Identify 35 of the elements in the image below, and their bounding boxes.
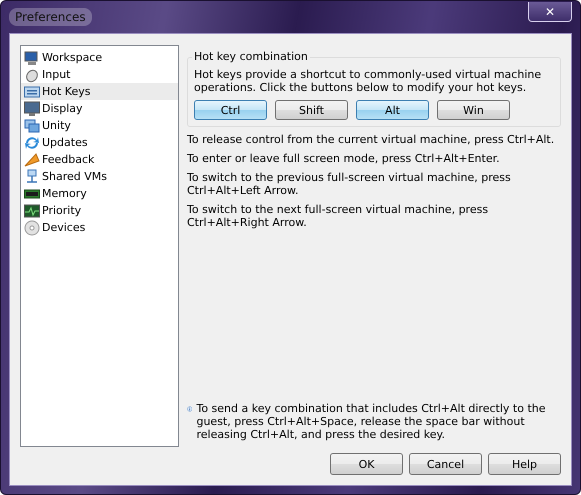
category-item[interactable]: Hot Keys <box>21 83 178 100</box>
category-item[interactable]: Display <box>21 100 178 117</box>
key-toggle-button[interactable]: Alt <box>356 100 429 120</box>
windows-icon <box>24 118 40 134</box>
instruction-text: To release control from the current virtual machine, press Ctrl+Alt. <box>187 133 556 146</box>
category-item[interactable]: Shared VMs <box>21 168 178 185</box>
category-item[interactable]: Memory <box>21 185 178 202</box>
chart-icon <box>24 202 40 218</box>
description-text: Hot keys provide a shortcut to commonly-used virtual machine operations. Click the buttons below to modify your hot keys. <box>194 68 542 94</box>
dialog-button[interactable]: Help <box>488 453 561 475</box>
category-item[interactable]: Unity <box>21 117 178 134</box>
instruction-text: To switch to the previous full-screen virtual machine, press Ctrl+Alt+Left Arrow. <box>187 171 512 197</box>
network-icon <box>24 168 40 184</box>
group-title: Hot key combination <box>192 50 310 63</box>
instruction-text: To switch to the next full-screen virtual machine, press Ctrl+Alt+Right Arrow. <box>187 203 490 229</box>
category-item[interactable]: Feedback <box>21 151 178 168</box>
key-toggle-button[interactable]: Ctrl <box>194 100 267 120</box>
category-item[interactable]: Priority <box>21 202 178 219</box>
category-item[interactable]: Input <box>21 66 178 83</box>
refresh-icon <box>24 134 40 150</box>
disc-icon <box>24 220 40 236</box>
close-button[interactable]: ✕ <box>528 2 572 22</box>
key-toggle-button[interactable]: Win <box>437 100 510 120</box>
dialog-button[interactable]: Cancel <box>409 453 482 475</box>
category-item[interactable]: Devices <box>21 219 178 236</box>
monitor-icon <box>24 50 40 66</box>
key-toggle-button[interactable]: Shift <box>275 100 348 120</box>
category-item[interactable]: Workspace <box>21 49 178 66</box>
instruction-text: To enter or leave full screen mode, press Ctrl+Alt+Enter. <box>187 152 501 165</box>
dialog-button[interactable]: OK <box>330 453 403 475</box>
category-item[interactable]: Updates <box>21 134 178 151</box>
monitor-icon <box>24 100 40 116</box>
note-text: To send a key combination that includes Ctrl+Alt directly to the guest, press Ctrl+Alt+Space, release the space bar without releasing Ctrl+Alt, and press the desired key. <box>196 402 546 441</box>
window-title: Preferences <box>9 8 92 26</box>
keyboard-icon <box>24 84 40 100</box>
